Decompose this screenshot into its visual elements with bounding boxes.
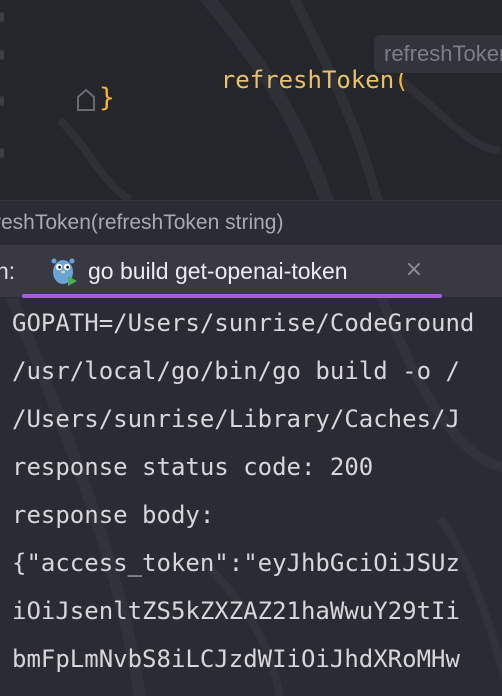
gutter-marker [0,148,4,158]
tab-go-build[interactable]: go build get-openai-token × [22,245,442,298]
close-icon[interactable]: × [402,258,426,282]
console-line[interactable]: /Users/sunrise/Library/Caches/J [12,404,460,434]
run-label: n: [0,258,16,284]
run-tool-window-tabbar: n: go build get-openai-token × [0,245,502,298]
console-line[interactable]: GOPATH=/Users/sunrise/CodeGround [12,308,474,338]
gutter-marker [0,96,4,106]
parameter-inlay-hint: refreshToken [374,35,502,73]
console-line[interactable]: iOiJsenltZS5kZXZAZ21haWwuY29tIi [12,596,460,626]
console-line[interactable]: ... [12,682,55,696]
code-editor[interactable]: refreshToken( refreshToken } [0,0,502,200]
gutter-marker [0,12,4,22]
console-line[interactable]: response status code: 200 [12,452,373,482]
console-line[interactable]: response body: [12,500,214,530]
gutter-marker [0,50,4,60]
closing-brace: } [99,83,115,113]
fold-marker-icon[interactable] [76,87,96,113]
code-line-refresh-call[interactable]: refreshToken( [163,38,409,122]
go-gopher-run-icon [51,258,77,286]
breadcrumb-function-signature[interactable]: reshToken(refreshToken string) [0,201,283,245]
console-line[interactable]: /usr/local/go/bin/go build -o / [12,356,460,386]
function-name[interactable]: refreshToken [221,66,394,94]
run-console-output[interactable]: GOPATH=/Users/sunrise/CodeGround /usr/lo… [0,298,502,696]
console-line[interactable]: {"access_token":"eyJhbGciOiJSUz [12,548,460,578]
breadcrumb[interactable]: reshToken(refreshToken string) [0,200,502,245]
tab-title[interactable]: go build get-openai-token [88,245,348,297]
console-line[interactable]: bmFpLmNvbS8iLCJzdWIiOiJhdXRoMHw [12,644,460,674]
